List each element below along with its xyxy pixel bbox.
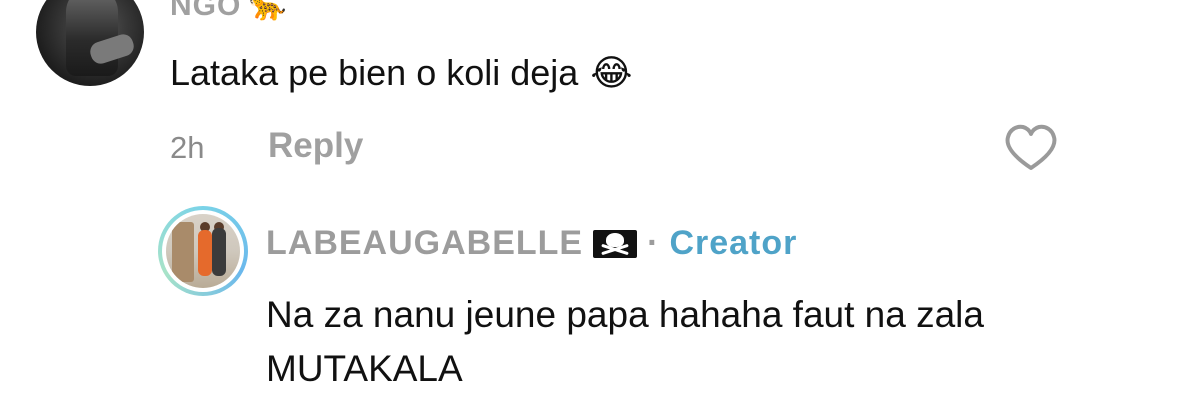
- pirate-flag-icon: [593, 229, 638, 258]
- creator-badge: Creator: [669, 224, 798, 262]
- skull-shape: [606, 232, 625, 247]
- reply-text: Na za nanu jeune papa hahaha faut na zal…: [266, 294, 984, 389]
- separator-dot: ·: [647, 224, 660, 262]
- creator-avatar[interactable]: [158, 206, 248, 296]
- leopard-emoji-icon: 🐆: [249, 0, 288, 23]
- creator-username[interactable]: LABEAUGABELLE: [266, 224, 583, 263]
- avatar-photo: [166, 214, 240, 288]
- comment-text-body: Lataka pe bien o koli deja: [170, 52, 579, 93]
- comment-text: Lataka pe bien o koli deja 😂: [170, 52, 632, 94]
- commenter-username[interactable]: NGO 🐆: [170, 0, 288, 23]
- heart-outline-icon[interactable]: [1004, 124, 1058, 172]
- username-label: NGO: [170, 0, 242, 22]
- photo-person: [198, 230, 212, 276]
- reply-button[interactable]: Reply: [268, 126, 363, 166]
- avatar-inner-border: [162, 210, 244, 292]
- reply-header: LABEAUGABELLE · Creator: [266, 224, 797, 263]
- photo-person: [212, 228, 226, 276]
- laughing-emoji-icon: 😂: [590, 52, 633, 94]
- photo-door: [172, 222, 194, 282]
- commenter-avatar[interactable]: [36, 0, 144, 86]
- comment-time: 2h: [170, 130, 205, 165]
